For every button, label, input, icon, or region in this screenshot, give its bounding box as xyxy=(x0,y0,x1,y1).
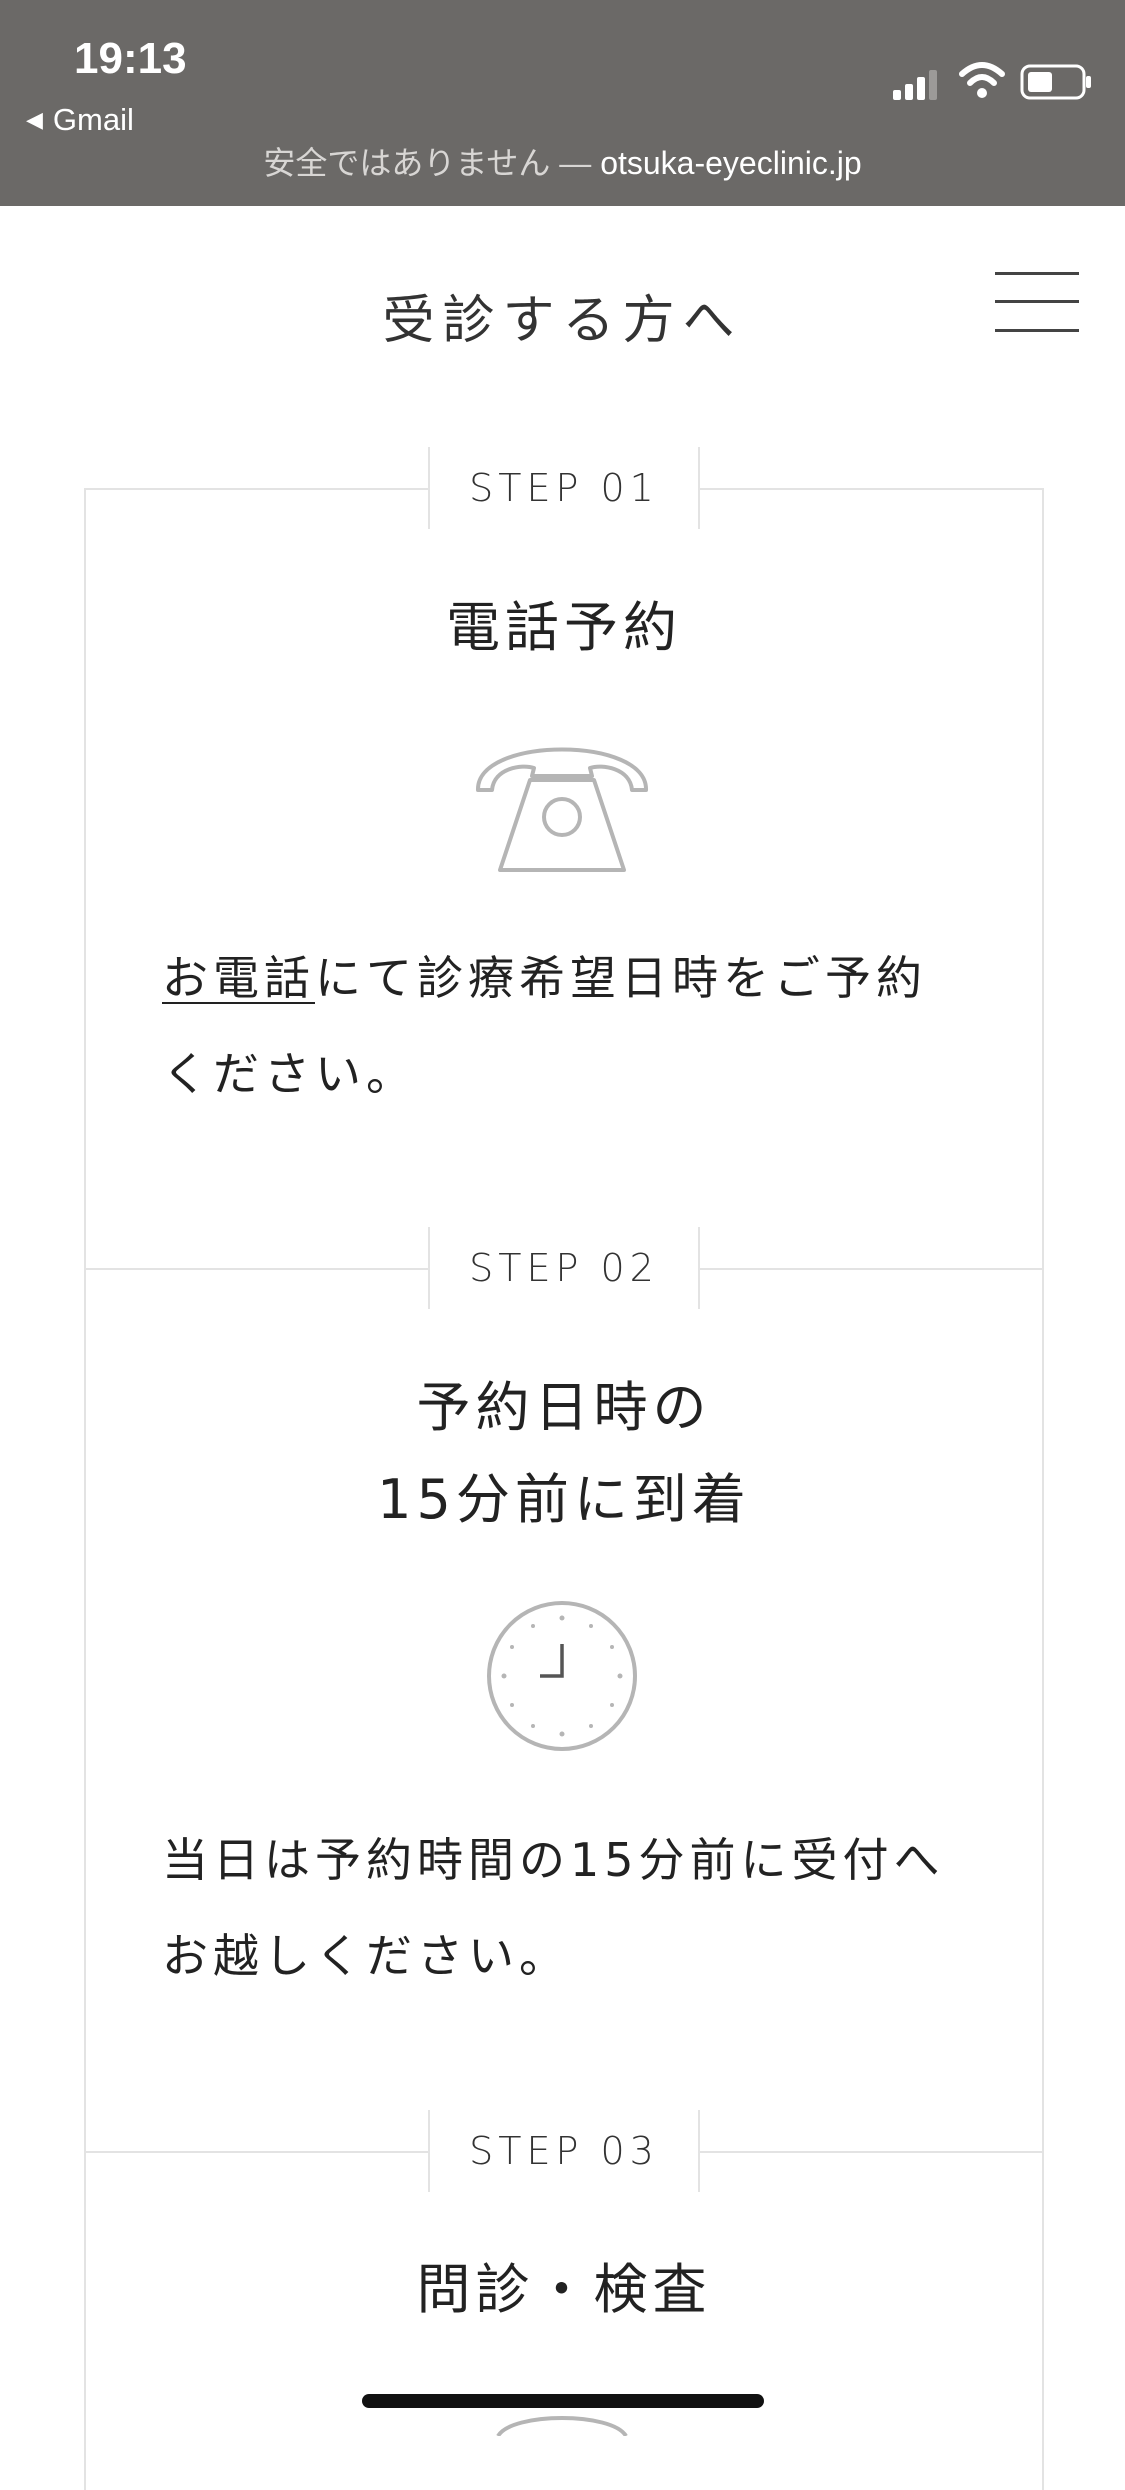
menu-line-icon xyxy=(995,329,1079,332)
address-bar[interactable]: 安全ではありません — otsuka-eyeclinic.jp xyxy=(0,138,1125,184)
phone-link[interactable]: お電話 xyxy=(162,951,315,1005)
step-01-text-line1: にて診療希望日時をご予約 xyxy=(315,951,927,1005)
clock-time: 19:13 xyxy=(74,34,187,83)
home-indicator[interactable] xyxy=(362,2394,764,2408)
menu-line-icon xyxy=(995,300,1079,303)
step-01-text-line2: ください。 xyxy=(162,1047,417,1101)
step-02-title-line1: 予約日時の xyxy=(416,1376,712,1439)
page-title: 受診する方へ xyxy=(382,291,743,351)
step-02-title: 予約日時の 15分前に到着 xyxy=(84,1362,1044,1546)
back-to-app-link[interactable]: ◀ Gmail xyxy=(26,102,134,138)
telephone-icon xyxy=(475,747,649,872)
url-host: otsuka-eyeclinic.jp xyxy=(600,145,862,181)
browser-status-bar: 19:13 ◀ Gmail 安全ではありません — otsuka-eyeclini… xyxy=(0,0,1125,206)
step-01-label: STEP 01 xyxy=(428,447,700,529)
back-app-label: Gmail xyxy=(52,102,134,137)
hamburger-menu-button[interactable] xyxy=(995,271,1079,333)
battery-icon xyxy=(1020,64,1091,100)
step-02-text: 当日は予約時間の15分前に受付へ お越しください。 xyxy=(162,1812,982,2004)
url-security-warning: 安全ではありません — xyxy=(263,145,601,181)
step-03-label: STEP 03 xyxy=(428,2110,700,2192)
step-02-title-line2: 15分前に到着 xyxy=(377,1468,751,1531)
cellular-signal-icon xyxy=(893,70,937,100)
step-02-label: STEP 02 xyxy=(428,1227,700,1309)
step-02-text-line2: お越しください。 xyxy=(162,1929,570,1983)
step-03-title: 問診・検査 xyxy=(416,2258,712,2321)
clock-icon xyxy=(487,1601,637,1751)
wifi-icon xyxy=(959,62,1005,98)
menu-line-icon xyxy=(995,272,1079,275)
step-01-title: 電話予約 xyxy=(446,596,682,659)
step-02-text-line1: 当日は予約時間の15分前に受付へ xyxy=(162,1833,945,1887)
back-arrow-icon: ◀ xyxy=(26,107,43,132)
step-03-partial-icon xyxy=(496,2416,628,2436)
step-01-text: お電話にて診療希望日時をご予約 ください。 xyxy=(162,930,982,1122)
